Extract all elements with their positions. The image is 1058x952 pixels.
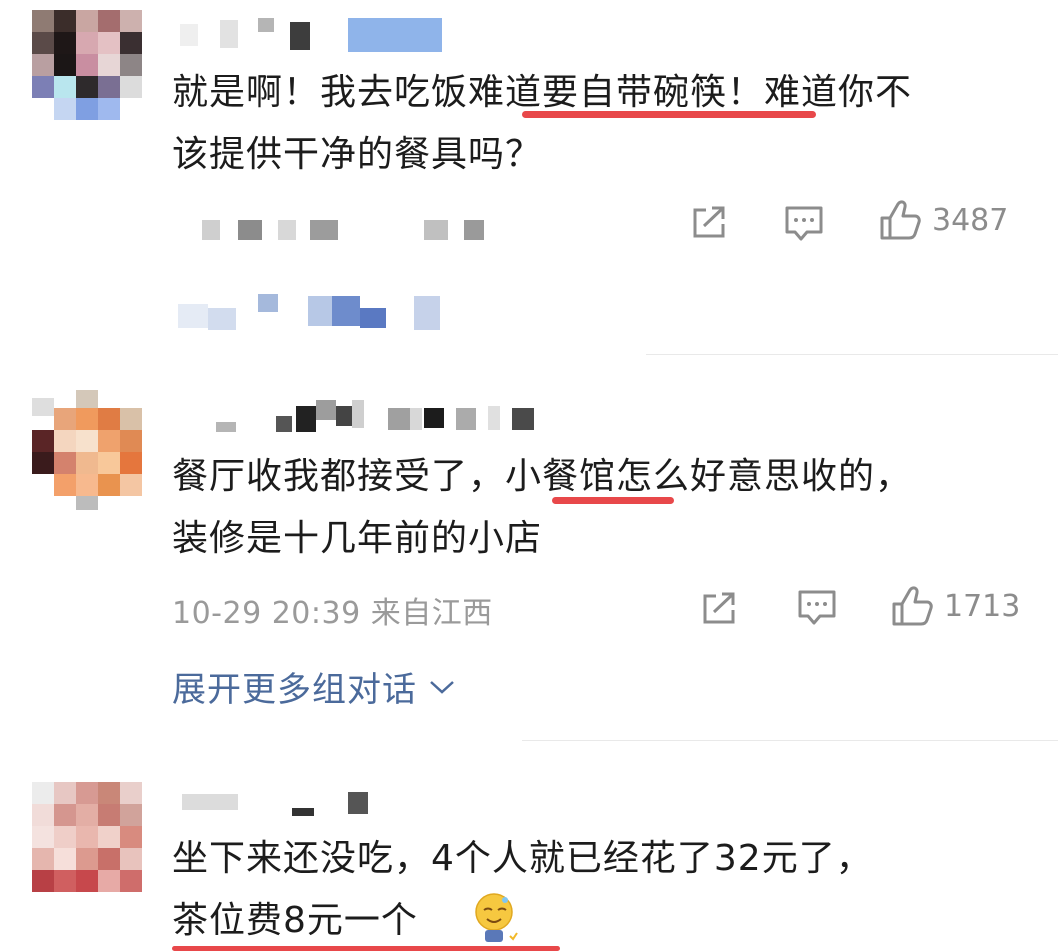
comment-3-line-1: 坐下来还没吃，4个人就已经花了32元了， bbox=[172, 838, 873, 879]
comment-1-line-2: 该提供干净的餐具吗？ bbox=[172, 134, 543, 175]
avatar[interactable] bbox=[32, 10, 142, 128]
share-icon bbox=[703, 592, 735, 624]
username-blurred[interactable] bbox=[216, 400, 536, 436]
timestamp: 10-29 20:39 来自江西 bbox=[172, 596, 493, 631]
reply-button[interactable] bbox=[783, 204, 825, 244]
like-count: 1713 bbox=[944, 588, 1021, 624]
reply-preview-blurred[interactable] bbox=[178, 294, 448, 334]
highlight-underline bbox=[172, 946, 560, 951]
highlight-underline bbox=[552, 497, 674, 504]
like-count: 3487 bbox=[932, 202, 1009, 238]
share-button[interactable] bbox=[690, 204, 728, 240]
reply-button[interactable] bbox=[796, 588, 838, 628]
comment-2-line-2: 装修是十几年前的小店 bbox=[172, 518, 543, 559]
comment-icon bbox=[798, 590, 836, 625]
thumbs-up-icon bbox=[892, 586, 933, 626]
comment-3-line-2: 茶位费8元一个 bbox=[172, 900, 418, 941]
like-button[interactable]: 1713 bbox=[890, 584, 1020, 628]
divider bbox=[522, 740, 1058, 741]
like-button[interactable]: 3487 bbox=[878, 198, 1008, 242]
comment-2-line-1: 餐厅收我都接受了，小餐馆怎么好意思收的， bbox=[172, 456, 913, 497]
avatar[interactable] bbox=[32, 782, 142, 892]
expand-label: 展开更多组对话 bbox=[172, 670, 417, 710]
highlight-underline bbox=[522, 111, 816, 118]
divider bbox=[646, 354, 1058, 355]
username-blurred[interactable] bbox=[180, 18, 442, 54]
comment-icon bbox=[785, 206, 823, 241]
timestamp-blurred bbox=[174, 212, 514, 242]
embarrassed-smile-emoji bbox=[475, 893, 518, 942]
share-button[interactable] bbox=[700, 590, 738, 626]
avatar[interactable] bbox=[32, 390, 142, 510]
expand-conversation-link[interactable]: 展开更多组对话 bbox=[172, 662, 457, 711]
share-icon bbox=[693, 206, 725, 238]
chevron-down-icon bbox=[430, 680, 454, 694]
username-blurred[interactable] bbox=[182, 790, 382, 820]
thumbs-up-icon bbox=[880, 200, 921, 240]
